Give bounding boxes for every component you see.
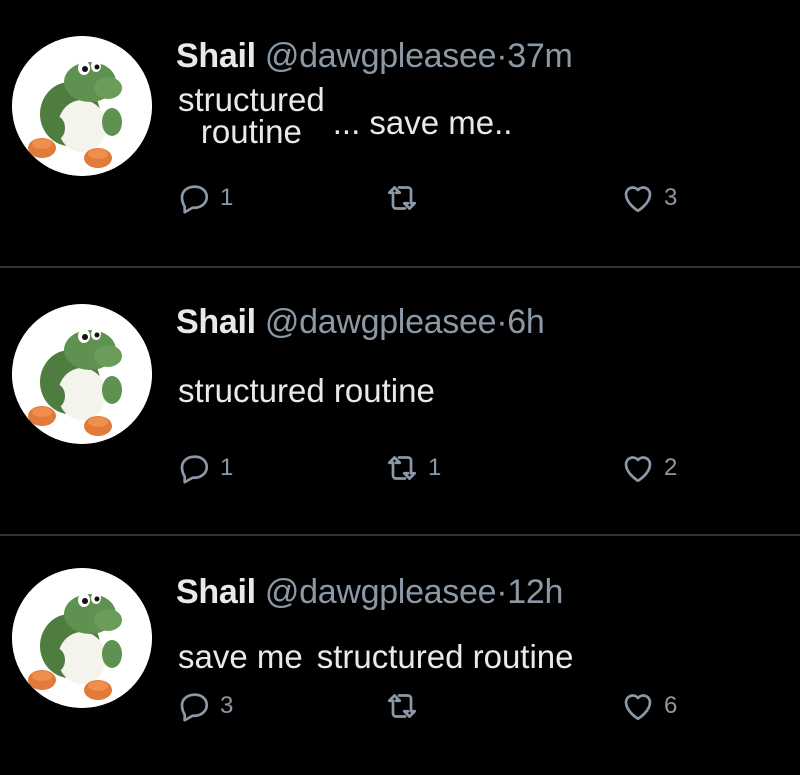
author-name[interactable]: Shail <box>176 303 256 341</box>
stacked-text: structured routine <box>178 81 325 150</box>
tweet-header: Shail @dawgpleasee·12h <box>176 572 563 612</box>
stacked-line-2: routine <box>200 113 302 150</box>
text-part-1: save me <box>178 638 303 675</box>
separator-dot: · <box>496 303 508 341</box>
yoshi-avatar-icon[interactable] <box>12 568 152 708</box>
tweet-header: Shail @dawgpleasee·6h <box>176 302 545 342</box>
like-button[interactable]: 3 <box>620 180 677 216</box>
reply-icon <box>176 688 212 724</box>
retweet-button[interactable] <box>384 180 428 216</box>
tweet-actions: 3 6 <box>176 688 736 728</box>
like-button[interactable]: 2 <box>620 450 677 486</box>
tweet-timestamp[interactable]: 12h <box>507 573 563 611</box>
tweet-text: save me structured routine <box>178 638 574 676</box>
tweet-text: structured routine <box>178 372 435 409</box>
reply-button[interactable]: 3 <box>176 688 233 724</box>
reply-count: 1 <box>220 184 234 211</box>
stacked-line-1: structured <box>178 81 325 118</box>
heart-icon <box>620 450 656 486</box>
reply-icon <box>176 450 212 486</box>
tweet-timestamp[interactable]: 37m <box>507 37 573 75</box>
yoshi-avatar-icon[interactable] <box>12 304 152 444</box>
like-button[interactable]: 6 <box>620 688 677 724</box>
like-count: 6 <box>664 692 678 719</box>
reply-button[interactable]: 1 <box>176 450 233 486</box>
retweet-count: 1 <box>428 454 442 481</box>
ellipsis: ... <box>332 104 361 141</box>
retweet-button[interactable] <box>384 688 428 724</box>
author-handle[interactable]: @dawgpleasee <box>265 37 497 75</box>
tweet-text: structured routine ... save me.. <box>178 81 513 150</box>
heart-icon <box>620 180 656 216</box>
reply-button[interactable]: 1 <box>176 180 233 216</box>
like-count: 2 <box>664 454 678 481</box>
yoshi-avatar-icon[interactable] <box>12 36 152 176</box>
separator-dot: · <box>496 573 508 611</box>
text-part-2: structured routine <box>316 638 574 675</box>
like-count: 3 <box>664 184 678 211</box>
heart-icon <box>620 688 656 724</box>
tweet[interactable]: Shail @dawgpleasee·6h structured routine… <box>0 266 800 536</box>
reply-icon <box>176 180 212 216</box>
timeline-feed: Shail @dawgpleasee·37m structured routin… <box>0 0 800 775</box>
retweet-icon <box>384 688 420 724</box>
retweet-button[interactable]: 1 <box>384 450 441 486</box>
tweet[interactable]: Shail @dawgpleasee·12h save me structured… <box>0 534 800 775</box>
retweet-icon <box>384 180 420 216</box>
reply-count: 3 <box>220 692 234 719</box>
tweet-actions: 1 1 2 <box>176 450 736 490</box>
text-after: save me.. <box>369 104 513 141</box>
retweet-icon <box>384 450 420 486</box>
separator-dot: · <box>496 37 508 75</box>
tweet-header: Shail @dawgpleasee·37m <box>176 36 573 76</box>
reply-count: 1 <box>220 454 234 481</box>
tweet[interactable]: Shail @dawgpleasee·37m structured routin… <box>0 0 800 266</box>
author-name[interactable]: Shail <box>176 573 256 611</box>
author-handle[interactable]: @dawgpleasee <box>265 573 497 611</box>
author-handle[interactable]: @dawgpleasee <box>265 303 497 341</box>
author-name[interactable]: Shail <box>176 37 256 75</box>
tweet-actions: 1 3 <box>176 180 736 220</box>
tweet-timestamp[interactable]: 6h <box>507 303 545 341</box>
